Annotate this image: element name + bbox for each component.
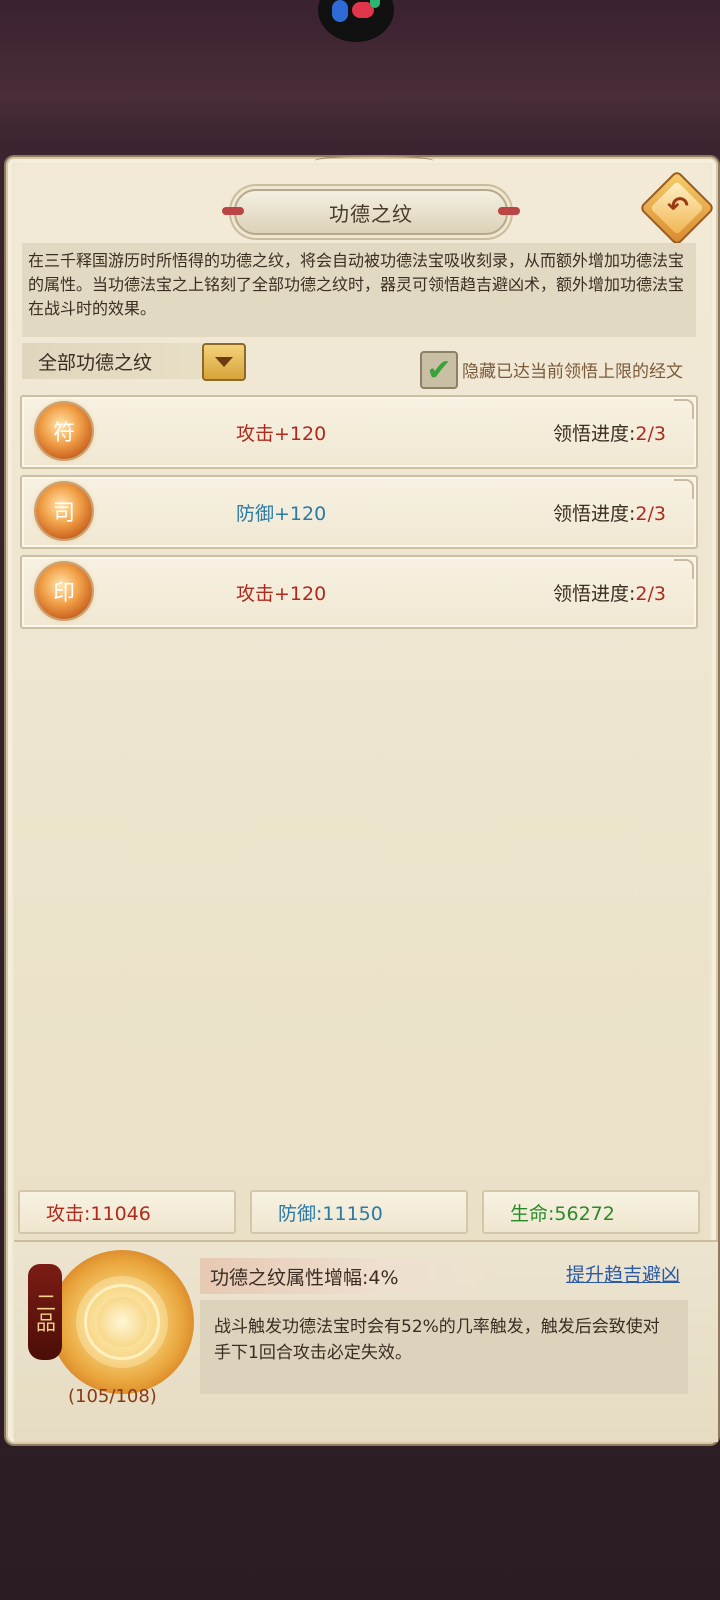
dropdown-button[interactable] xyxy=(202,343,246,381)
total-defense: 防御:11150 xyxy=(250,1190,468,1234)
upgrade-link[interactable]: 提升趋吉避凶 xyxy=(566,1260,680,1287)
checkmark-icon: ✔ xyxy=(426,352,452,388)
hide-completed-label: 隐藏已达当前领悟上限的经文 xyxy=(462,362,683,382)
grade-badge: 二品 xyxy=(28,1264,62,1360)
hide-completed-checkbox[interactable]: ✔ xyxy=(420,351,458,389)
item-progress: 领悟进度:2/3 xyxy=(553,583,666,605)
item-progress: 领悟进度:2/3 xyxy=(553,423,666,445)
item-stat: 攻击+120 xyxy=(236,583,327,605)
list-item[interactable]: 司 防御+120 领悟进度:2/3 xyxy=(20,475,698,549)
rune-emblem-icon: 符 xyxy=(36,403,92,459)
rune-emblem-icon: 印 xyxy=(36,563,92,619)
back-arrow-icon[interactable]: ↶ xyxy=(660,189,696,225)
description-text: 在三千释国游历时所悟得的功德之纹，将会自动被功德法宝吸收刻录，从而额外增加功德法… xyxy=(22,243,696,337)
app-logo-icon xyxy=(318,0,394,42)
total-life: 生命:56272 xyxy=(482,1190,700,1234)
filter-select[interactable]: 全部功德之纹 xyxy=(22,343,246,381)
top-ornament xyxy=(314,155,434,167)
list-item[interactable]: 印 攻击+120 领悟进度:2/3 xyxy=(20,555,698,629)
totals-bar: 攻击:11046 防御:11150 生命:56272 xyxy=(18,1190,708,1236)
merit-seal-icon xyxy=(50,1250,194,1394)
page-title: 功德之纹 xyxy=(329,201,413,226)
title-plaque: 功德之纹 xyxy=(222,189,520,235)
list-item[interactable]: 符 攻击+120 领悟进度:2/3 xyxy=(20,395,698,469)
item-stat: 防御+120 xyxy=(236,503,327,525)
item-progress: 领悟进度:2/3 xyxy=(553,503,666,525)
rune-emblem-icon: 司 xyxy=(36,483,92,539)
dropdown-arrow-icon xyxy=(215,357,233,367)
item-stat: 攻击+120 xyxy=(236,423,327,445)
pattern-count: (105/108) xyxy=(68,1386,157,1407)
total-attack: 攻击:11046 xyxy=(18,1190,236,1234)
filter-selected-label: 全部功德之纹 xyxy=(38,351,153,374)
merit-pattern-list: 符 攻击+120 领悟进度:2/3 司 防御+120 领悟进度:2/3 印 攻击… xyxy=(20,395,698,635)
effect-description: 战斗触发功德法宝时会有52%的几率触发，触发后会致使对手下1回合攻击必定失效。 xyxy=(200,1300,688,1394)
treasure-bonus-section: 二品 (105/108) 功德之纹属性增幅:4% 提升趋吉避凶 战斗触发功德法宝… xyxy=(14,1240,718,1442)
bonus-title: 功德之纹属性增幅:4% xyxy=(200,1258,500,1294)
merit-pattern-panel: 功德之纹 ↶ 在三千释国游历时所悟得的功德之纹，将会自动被功德法宝吸收刻录，从而… xyxy=(6,155,718,1444)
